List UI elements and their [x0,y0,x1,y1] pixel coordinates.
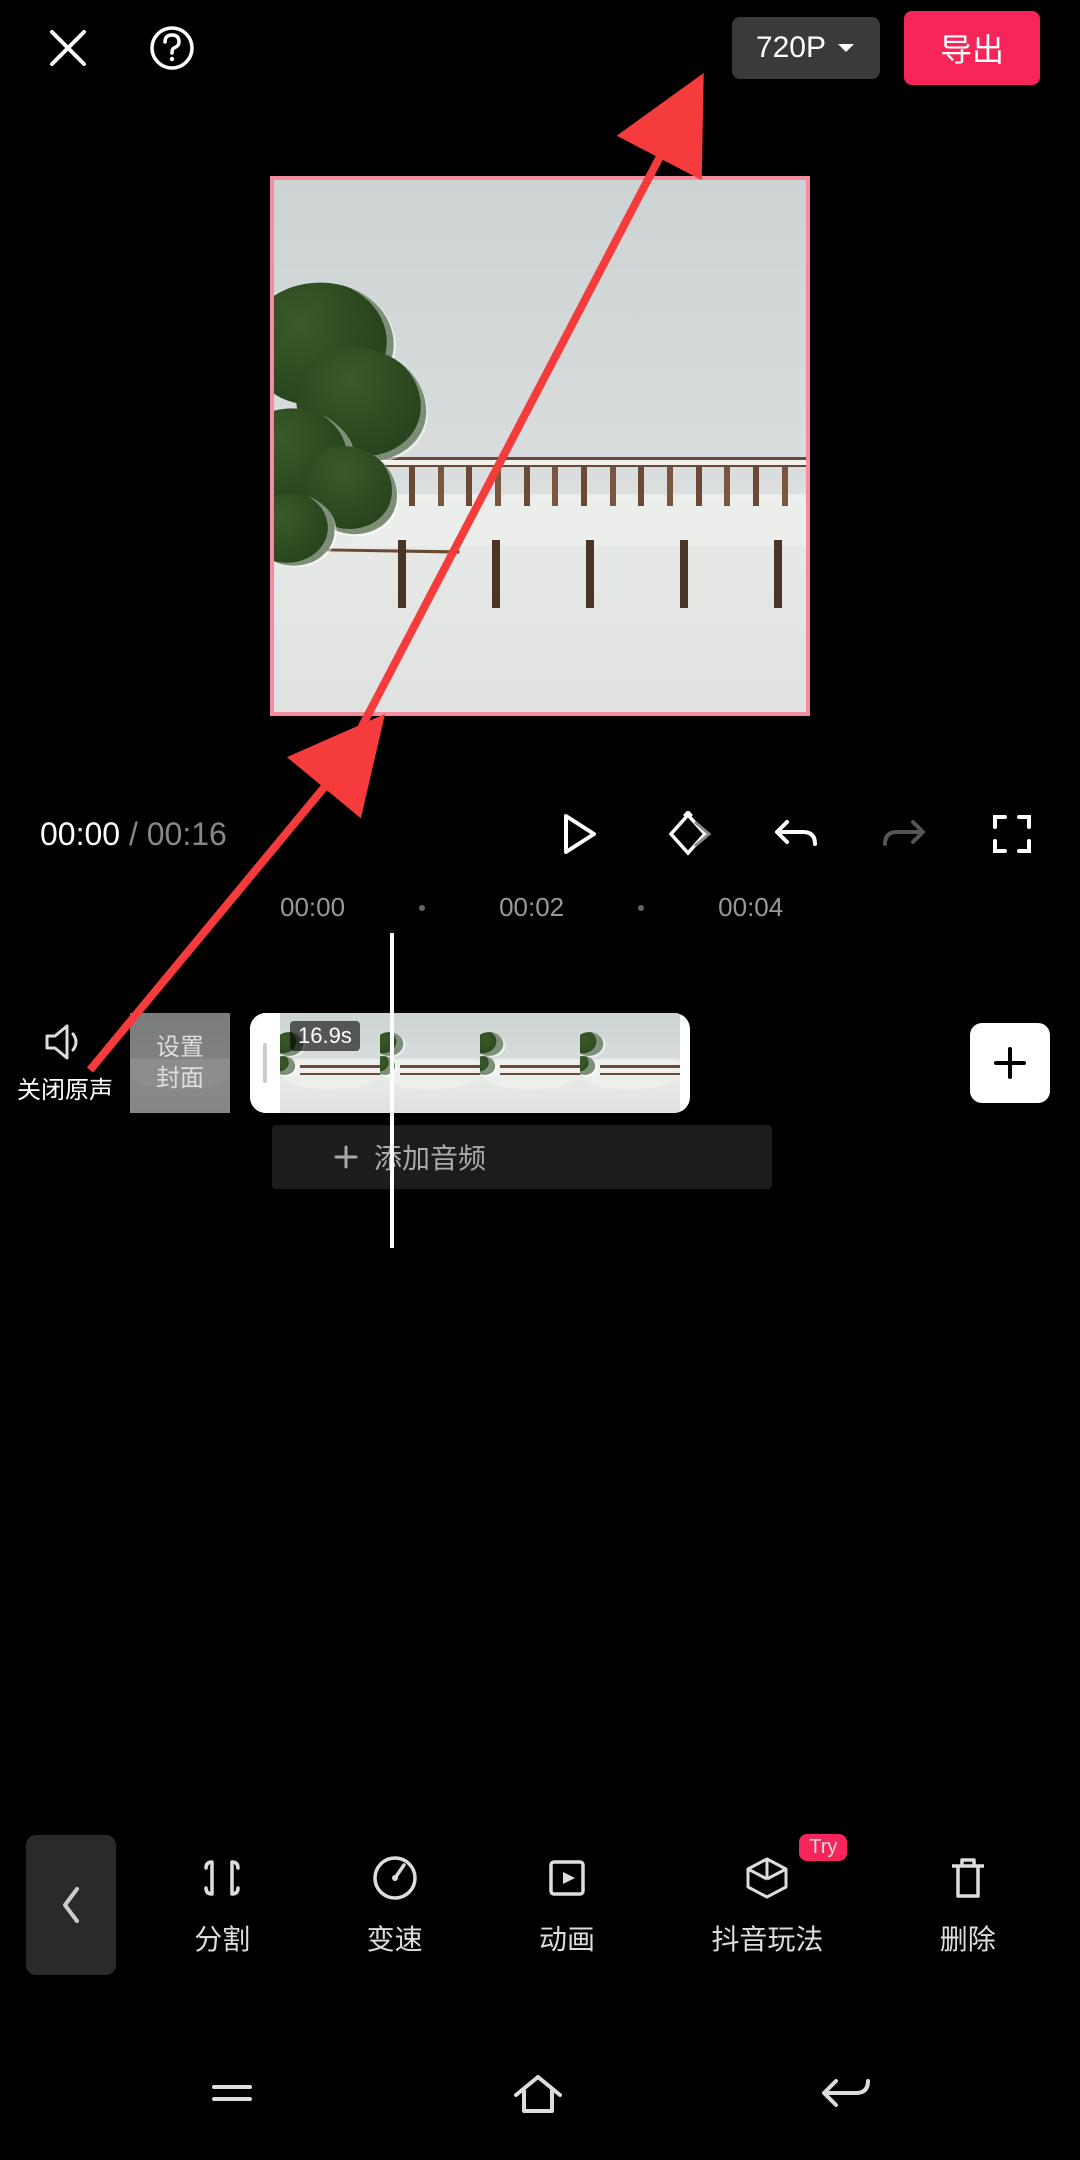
try-badge: Try [799,1834,847,1861]
trash-icon [946,1854,990,1902]
nav-home[interactable] [510,2069,566,2122]
fullscreen-button[interactable] [984,806,1040,862]
ruler-mark: 00:02 [499,892,564,923]
animation-icon [543,1854,591,1902]
split-icon [198,1854,246,1902]
back-icon [818,2073,874,2113]
help-button[interactable] [144,20,200,76]
tool-label: 删除 [940,1918,996,1958]
menu-icon [206,2073,258,2113]
speed-icon [370,1853,420,1903]
ruler-mark: 00:04 [718,892,783,923]
ruler-dot [419,905,425,911]
chevron-down-icon [836,42,856,54]
undo-button[interactable] [768,806,824,862]
tool-label: 动画 [539,1918,595,1958]
plus-icon [990,1043,1030,1083]
annotation-arrow [80,700,400,1080]
add-audio-button[interactable]: 添加音频 [272,1125,772,1189]
fullscreen-icon [991,813,1033,855]
chevron-left-icon [59,1885,83,1925]
close-icon [46,26,90,70]
tool-douyin-effects[interactable]: Try 抖音玩法 [711,1852,823,1958]
redo-button [876,806,932,862]
tool-speed[interactable]: 变速 [367,1852,423,1958]
annotation-arrow [350,60,730,740]
toolbar-back-button[interactable] [26,1835,116,1975]
tool-label: 抖音玩法 [711,1918,823,1958]
keyframe-button[interactable] [660,806,716,862]
resolution-label: 720P [756,31,826,65]
export-button[interactable]: 导出 [904,11,1040,85]
close-button[interactable] [40,20,96,76]
nav-back[interactable] [818,2073,874,2118]
plus-icon [332,1143,360,1171]
resolution-selector[interactable]: 720P [732,17,880,79]
tool-label: 分割 [194,1918,250,1958]
cube-icon [742,1853,792,1903]
play-button[interactable] [552,806,608,862]
export-label: 导出 [940,32,1004,68]
help-icon [148,24,196,72]
home-icon [510,2069,566,2117]
redo-icon [881,814,927,854]
ruler-dot [638,905,644,911]
tool-animation[interactable]: 动画 [539,1852,595,1958]
add-clip-button[interactable] [970,1023,1050,1103]
clip-thumbnail [480,1013,580,1113]
play-icon [560,812,600,856]
keyframe-icon [665,811,711,857]
undo-icon [773,814,819,854]
nav-recent[interactable] [206,2073,258,2118]
tool-label: 变速 [367,1918,423,1958]
tool-split[interactable]: 分割 [194,1852,250,1958]
clip-thumbnail [580,1013,680,1113]
tool-delete[interactable]: 删除 [940,1852,996,1958]
